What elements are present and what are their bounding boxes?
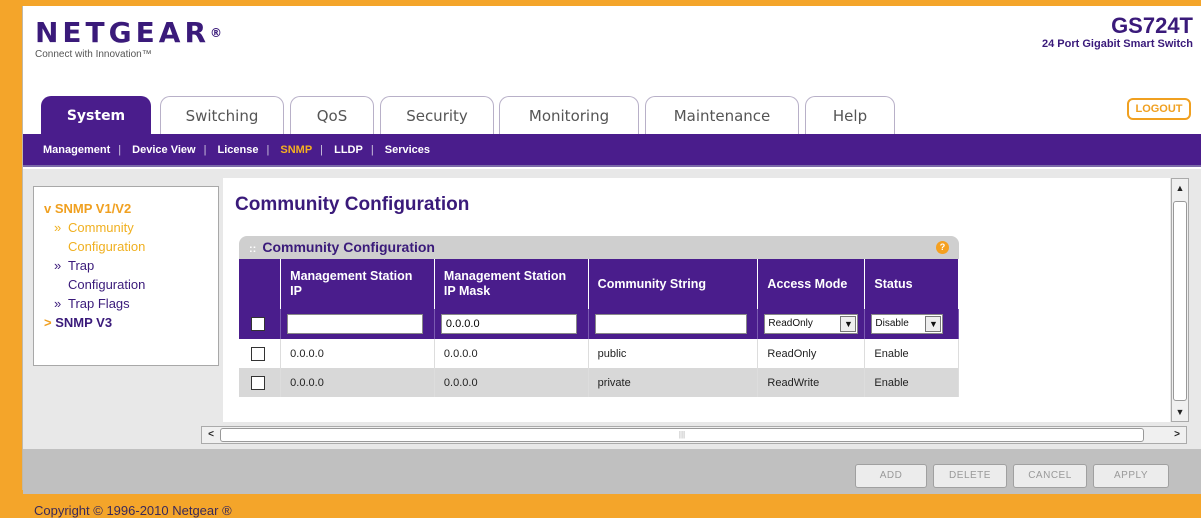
nav-trap-flags[interactable]: » Trap Flags	[44, 294, 208, 313]
nav-trap-configuration[interactable]: » Trap Configuration	[44, 256, 208, 294]
col-access-mode: Access Mode	[757, 259, 866, 309]
bullet-icon: »	[54, 296, 62, 311]
section-title: Community Configuration	[262, 239, 435, 255]
dropdown-arrow-icon: ▼	[840, 316, 857, 332]
nav-community-configuration[interactable]: » Community Configuration	[44, 218, 208, 256]
help-icon[interactable]: ?	[936, 241, 949, 254]
cell-status: Enable	[864, 368, 959, 397]
col-status: Status	[864, 259, 959, 309]
cell-ip: 0.0.0.0	[280, 368, 435, 397]
brand-tagline: Connect with Innovation™	[35, 49, 152, 60]
device-info: GS724T 24 Port Gigabit Smart Switch	[1042, 13, 1193, 51]
cancel-button[interactable]: CANCEL	[1013, 464, 1087, 488]
tab-switching[interactable]: Switching	[160, 96, 284, 134]
community-table: Management Station IP Management Station…	[239, 259, 959, 397]
cell-access: ReadWrite	[757, 368, 866, 397]
tab-security[interactable]: Security	[380, 96, 494, 134]
tab-maintenance[interactable]: Maintenance	[645, 96, 799, 134]
horizontal-scroll-thumb[interactable]: |||	[220, 428, 1144, 442]
subnav-management[interactable]: Management	[43, 144, 110, 156]
scroll-right-icon[interactable]: >	[1169, 428, 1185, 442]
subnav-snmp[interactable]: SNMP	[280, 144, 312, 156]
chevron-down-icon: v	[44, 201, 52, 216]
device-description: 24 Port Gigabit Smart Switch	[1042, 38, 1193, 50]
row-checkbox[interactable]	[251, 375, 265, 390]
brand-name: NETGEAR	[35, 16, 210, 49]
table-row: 0.0.0.0 0.0.0.0 private ReadWrite Enable	[239, 368, 959, 397]
col-station-ip: Management Station IP	[280, 259, 435, 309]
section-header: :: Community Configuration ?	[239, 236, 959, 259]
community-config-box: :: Community Configuration ? Management S…	[239, 236, 959, 397]
bullet-icon: »	[54, 258, 62, 273]
cell-mask: 0.0.0.0	[434, 368, 589, 397]
sub-navigation: Management | Device View | License | SNMP | …	[23, 134, 1201, 167]
cell-community: private	[588, 368, 759, 397]
left-navigation: v SNMP V1/V2 » Community Configuration » T…	[33, 186, 219, 366]
cell-community: public	[588, 339, 759, 368]
vertical-scrollbar[interactable]: ▲ ▼	[1171, 178, 1189, 422]
vertical-scroll-thumb[interactable]	[1173, 201, 1187, 401]
station-ip-input[interactable]	[287, 314, 424, 334]
scroll-down-icon[interactable]: ▼	[1173, 404, 1187, 420]
cell-status: Enable	[864, 339, 959, 368]
subnav-lldp[interactable]: LLDP	[334, 144, 363, 156]
tab-system[interactable]: System	[41, 96, 151, 134]
page-title: Community Configuration	[235, 194, 470, 215]
row-checkbox[interactable]	[251, 346, 265, 361]
col-select	[239, 259, 282, 309]
horizontal-scrollbar[interactable]: < ||| >	[201, 426, 1187, 444]
tab-help[interactable]: Help	[805, 96, 895, 134]
apply-button[interactable]: APPLY	[1093, 464, 1169, 488]
scroll-left-icon[interactable]: <	[203, 428, 219, 442]
scroll-up-icon[interactable]: ▲	[1173, 180, 1187, 196]
device-model: GS724T	[1111, 13, 1193, 38]
copyright-text: Copyright © 1996-2010 Netgear ®	[34, 503, 232, 518]
col-station-mask: Management Station IP Mask	[434, 259, 589, 309]
table-row: 0.0.0.0 0.0.0.0 public ReadOnly Enable	[239, 339, 959, 368]
subnav-device-view[interactable]: Device View	[132, 144, 195, 156]
subnav-services[interactable]: Services	[385, 144, 430, 156]
main-panel: Community Configuration :: Community Conf…	[223, 178, 1170, 422]
logout-button[interactable]: LOGOUT	[1127, 98, 1191, 120]
netgear-logo: NETGEAR® Connect with Innovation™	[35, 16, 222, 61]
delete-button[interactable]: DELETE	[933, 464, 1007, 488]
subnav-license[interactable]: License	[218, 144, 259, 156]
grip-icon: ::	[249, 243, 257, 255]
community-string-input[interactable]	[594, 314, 747, 334]
tab-monitoring[interactable]: Monitoring	[499, 96, 639, 134]
bullet-icon: »	[54, 220, 62, 235]
col-community-string: Community String	[588, 259, 759, 309]
app-frame: NETGEAR® Connect with Innovation™ GS724T…	[22, 6, 1201, 494]
status-select[interactable]: Disable ▼	[871, 314, 944, 334]
edit-row-checkbox[interactable]	[251, 317, 265, 331]
chevron-right-icon: >	[44, 315, 52, 330]
cell-mask: 0.0.0.0	[434, 339, 589, 368]
access-mode-select[interactable]: ReadOnly ▼	[764, 314, 859, 334]
action-button-bar: ADD DELETE CANCEL APPLY	[23, 449, 1201, 494]
nav-snmp-v1v2[interactable]: v SNMP V1/V2	[44, 199, 208, 218]
table-header-row: Management Station IP Management Station…	[239, 259, 959, 309]
add-button[interactable]: ADD	[855, 464, 927, 488]
table-edit-row: ReadOnly▼ Disable▼	[239, 309, 959, 339]
brand-registered: ®	[210, 26, 222, 40]
cell-access: ReadOnly	[757, 339, 866, 368]
dropdown-arrow-icon: ▼	[925, 316, 942, 332]
cell-ip: 0.0.0.0	[280, 339, 435, 368]
station-mask-input[interactable]	[440, 314, 577, 334]
nav-snmp-v3[interactable]: > SNMP V3	[44, 313, 208, 332]
tab-qos[interactable]: QoS	[290, 96, 374, 134]
